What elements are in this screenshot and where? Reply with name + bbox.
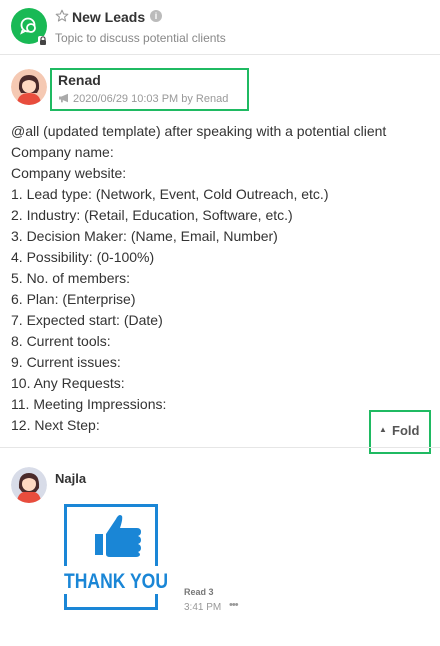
avatar[interactable] xyxy=(11,69,47,105)
post-line: Company website: xyxy=(11,165,127,181)
read-count[interactable]: Read 3 xyxy=(184,587,214,597)
thank-you-sticker[interactable]: THANK YOU xyxy=(64,504,168,610)
post-line: 9. Current issues: xyxy=(11,354,121,370)
thumbs-up-icon xyxy=(95,515,141,557)
reply-author-name[interactable]: Najla xyxy=(55,471,86,486)
post-line: 7. Expected start: (Date) xyxy=(11,312,163,328)
topic-title[interactable]: New Leads xyxy=(72,9,145,25)
megaphone-icon xyxy=(59,93,68,103)
caret-up-icon: ▲ xyxy=(379,425,387,434)
post-line: 6. Plan: (Enterprise) xyxy=(11,291,136,307)
sticker-text: THANK YOU xyxy=(64,570,168,593)
post-line: 5. No. of members: xyxy=(11,270,131,286)
post-line: 10. Any Requests: xyxy=(11,375,125,391)
post-author-box: Renad 2020/06/29 10:03 PM by Renad xyxy=(50,68,249,111)
post-line: @all (updated template) after speaking w… xyxy=(11,123,387,139)
post-timestamp: 2020/06/29 10:03 PM by Renad xyxy=(73,93,229,105)
post-line: 3. Decision Maker: (Name, Email, Number) xyxy=(11,228,278,244)
post-line: Company name: xyxy=(11,144,114,160)
post-line: 11. Meeting Impressions: xyxy=(11,396,167,412)
divider xyxy=(0,447,440,448)
fold-label: Fold xyxy=(392,423,420,438)
info-icon[interactable]: i xyxy=(150,10,162,22)
post-line: 1. Lead type: (Network, Event, Cold Outr… xyxy=(11,186,329,202)
avatar[interactable] xyxy=(11,467,47,503)
star-icon[interactable] xyxy=(55,9,69,23)
post-line: 2. Industry: (Retail, Education, Softwar… xyxy=(11,207,293,223)
reply-time: 3:41 PM xyxy=(184,602,222,613)
topic-header: New Leads i Topic to discuss potential c… xyxy=(0,0,440,55)
post-line: 12. Next Step: xyxy=(11,417,100,433)
more-options-icon[interactable]: ••• xyxy=(229,599,239,611)
lock-icon xyxy=(38,36,48,46)
topic-description: Topic to discuss potential clients xyxy=(55,31,226,45)
post-author-name[interactable]: Renad xyxy=(58,72,101,88)
post-body: @all (updated template) after speaking w… xyxy=(11,121,431,436)
post-meta: 2020/06/29 10:03 PM by Renad xyxy=(58,93,228,105)
post-line: 8. Current tools: xyxy=(11,333,111,349)
post-line: 4. Possibility: (0-100%) xyxy=(11,249,155,265)
chat-bubble-icon xyxy=(20,17,36,35)
